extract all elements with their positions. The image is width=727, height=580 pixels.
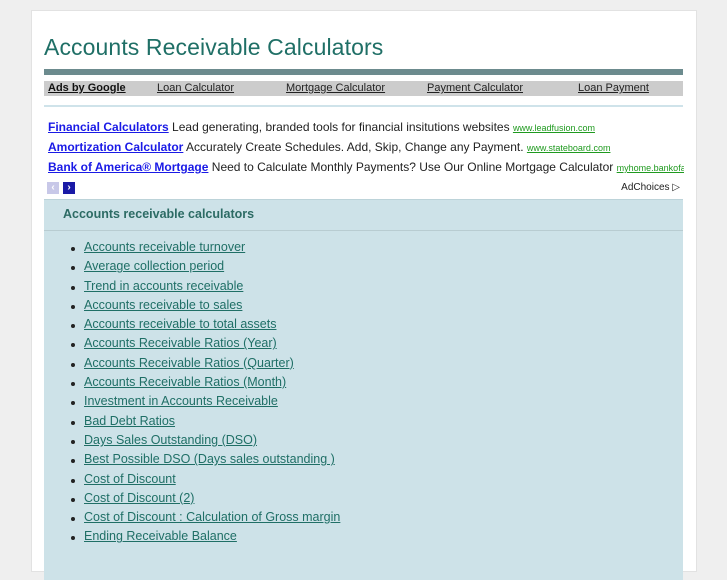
calculator-link[interactable]: Accounts receivable to sales: [84, 298, 242, 312]
ad-item: Amortization Calculator Accurately Creat…: [48, 140, 684, 160]
list-item: Accounts receivable turnover: [70, 240, 340, 259]
calculator-link[interactable]: Accounts receivable to total assets: [84, 317, 276, 331]
page-container: Accounts Receivable Calculators Ads by G…: [31, 10, 697, 580]
calculator-link[interactable]: Trend in accounts receivable: [84, 279, 243, 293]
list-item: Accounts Receivable Ratios (Month): [70, 375, 340, 394]
chevron-right-icon[interactable]: ›: [63, 182, 75, 194]
calculator-link[interactable]: Best Possible DSO (Days sales outstandin…: [84, 452, 335, 466]
list-item: Bad Debt Ratios: [70, 414, 340, 433]
list-item: Days Sales Outstanding (DSO): [70, 433, 340, 452]
nav-link-mortgage-calculator[interactable]: Mortgage Calculator: [286, 82, 385, 94]
list-item: Ending Receivable Balance: [70, 529, 340, 548]
chevron-left-icon[interactable]: ‹: [47, 182, 59, 194]
nav-link-loan-calculator[interactable]: Loan Calculator: [157, 82, 234, 94]
calculator-link[interactable]: Cost of Discount : Calculation of Gross …: [84, 510, 340, 524]
list-item: Best Possible DSO (Days sales outstandin…: [70, 452, 340, 471]
list-item: Cost of Discount (2): [70, 491, 340, 510]
page-title: Accounts Receivable Calculators: [44, 34, 384, 60]
panel-heading: Accounts receivable calculators: [44, 200, 683, 231]
ad-item: Bank of America® Mortgage Need to Calcul…: [48, 160, 684, 180]
list-item: Accounts receivable to sales: [70, 298, 340, 317]
calculator-link[interactable]: Cost of Discount: [84, 472, 176, 486]
list-item: Accounts receivable to total assets: [70, 317, 340, 336]
title-divider: [44, 69, 683, 75]
ad-title-link[interactable]: Bank of America® Mortgage: [48, 160, 208, 174]
nav-link-payment-calculator[interactable]: Payment Calculator: [427, 82, 523, 94]
calculator-link[interactable]: Accounts Receivable Ratios (Month): [84, 375, 286, 389]
ad-url-link[interactable]: myhome.bankofameric: [617, 163, 684, 173]
ad-title-link[interactable]: Financial Calculators: [48, 120, 169, 134]
calculator-link[interactable]: Accounts Receivable Ratios (Year): [84, 336, 277, 350]
ads-by-google-link[interactable]: Ads by Google: [48, 82, 126, 94]
calculator-link[interactable]: Ending Receivable Balance: [84, 529, 237, 543]
calculator-link[interactable]: Investment in Accounts Receivable: [84, 394, 278, 408]
calculator-link[interactable]: Accounts Receivable Ratios (Quarter): [84, 356, 294, 370]
ad-link-bar: Ads by Google Loan Calculator Mortgage C…: [44, 81, 683, 96]
nav-divider: [44, 105, 683, 107]
ad-list: Financial Calculators Lead generating, b…: [48, 120, 684, 180]
list-item: Trend in accounts receivable: [70, 279, 340, 298]
calculator-link[interactable]: Days Sales Outstanding (DSO): [84, 433, 257, 447]
list-item: Investment in Accounts Receivable: [70, 394, 340, 413]
list-item: Cost of Discount: [70, 472, 340, 491]
ad-title-link[interactable]: Amortization Calculator: [48, 140, 183, 154]
calculator-link[interactable]: Bad Debt Ratios: [84, 414, 175, 428]
adchoices-link[interactable]: AdChoices ▷: [621, 182, 680, 193]
calculator-link[interactable]: Accounts receivable turnover: [84, 240, 245, 254]
list-item: Average collection period: [70, 259, 340, 278]
list-item: Accounts Receivable Ratios (Quarter): [70, 356, 340, 375]
list-item: Accounts Receivable Ratios (Year): [70, 336, 340, 355]
nav-link-loan-payment[interactable]: Loan Payment: [578, 82, 649, 94]
calculator-list: Accounts receivable turnover Average coll…: [70, 240, 340, 549]
list-item: Cost of Discount : Calculation of Gross …: [70, 510, 340, 529]
ad-url-link[interactable]: www.leadfusion.com: [513, 123, 595, 133]
calculators-panel: Accounts receivable calculators Accounts…: [44, 199, 683, 580]
calculator-link[interactable]: Average collection period: [84, 259, 224, 273]
ad-text: Need to Calculate Monthly Payments? Use …: [211, 160, 614, 174]
ad-text: Lead generating, branded tools for finan…: [172, 120, 510, 134]
ad-item: Financial Calculators Lead generating, b…: [48, 120, 684, 140]
ad-text: Accurately Create Schedules. Add, Skip, …: [186, 140, 524, 154]
ad-navigation: ‹ › AdChoices ▷: [47, 182, 687, 194]
calculator-link[interactable]: Cost of Discount (2): [84, 491, 194, 505]
ad-url-link[interactable]: www.stateboard.com: [527, 143, 611, 153]
